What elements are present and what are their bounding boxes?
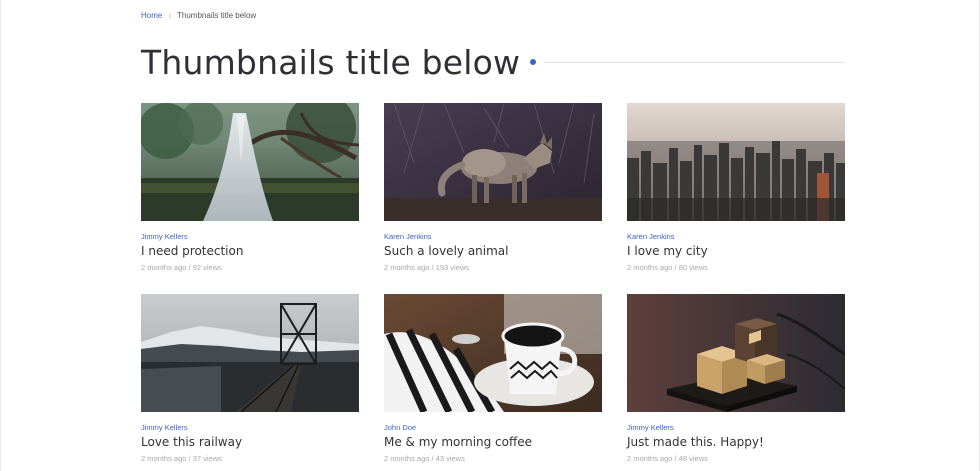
thumbnail-card: Jimmy Kellers Just made this. Happy! 2 m… [627, 294, 845, 463]
thumbnail-image-coffee-cup[interactable] [384, 294, 602, 412]
thumbnail-card: Jimmy Kellers Love this railway 2 months… [141, 294, 359, 463]
card-title-link[interactable]: I love my city [627, 244, 845, 259]
breadcrumb: Home › Thumbnails title below [141, 11, 256, 21]
breadcrumb-current: Thumbnails title below [177, 11, 257, 20]
thumbnail-card: Jimmy Kellers I need protection 2 months… [141, 103, 359, 272]
card-meta: 2 months ago / 92 views [141, 263, 222, 272]
card-meta: 2 months ago / 80 views [627, 263, 708, 272]
thumbnail-image-city-skyline[interactable] [627, 103, 845, 221]
thumbnail-image-coyote[interactable] [384, 103, 602, 221]
card-author-link[interactable]: Jimmy Kellers [141, 232, 359, 241]
page-title: Thumbnails title below [141, 42, 521, 82]
title-accent-dot [530, 59, 537, 65]
card-meta: 2 months ago / 43 views [384, 454, 465, 463]
page-frame: Home › Thumbnails title below Thumbnails… [0, 0, 980, 471]
thumbnail-image-forest-dress[interactable] [141, 103, 359, 221]
card-meta: 2 months ago / 48 views [627, 454, 708, 463]
chevron-right-icon: › [168, 11, 172, 20]
card-title-link[interactable]: Me & my morning coffee [384, 435, 602, 450]
card-title-link[interactable]: Such a lovely animal [384, 244, 602, 259]
card-author-link[interactable]: Karen Jenkins [384, 232, 602, 241]
thumbnail-card: Karen Jenkins I love my city 2 months ag… [627, 103, 845, 272]
title-divider-line [544, 61, 845, 63]
card-meta: 2 months ago / 37 views [141, 454, 222, 463]
card-author-link[interactable]: Jimmy Kellers [627, 423, 845, 432]
card-meta: 2 months ago / 193 views [384, 263, 470, 272]
breadcrumb-home-link[interactable]: Home [141, 11, 162, 21]
card-author-link[interactable]: John Doe [384, 423, 602, 432]
card-title-link[interactable]: I need protection [141, 244, 359, 259]
page-title-row: Thumbnails title below [141, 38, 845, 86]
card-title-link[interactable]: Love this railway [141, 435, 359, 450]
thumbnail-image-railway-bridge[interactable] [141, 294, 359, 412]
thumbnail-image-wooden-blocks[interactable] [627, 294, 845, 412]
thumbnail-card: John Doe Me & my morning coffee 2 months… [384, 294, 602, 463]
thumbnail-card: Karen Jenkins Such a lovely animal 2 mon… [384, 103, 602, 272]
card-author-link[interactable]: Karen Jenkins [627, 232, 845, 241]
card-title-link[interactable]: Just made this. Happy! [627, 435, 845, 450]
card-author-link[interactable]: Jimmy Kellers [141, 423, 359, 432]
